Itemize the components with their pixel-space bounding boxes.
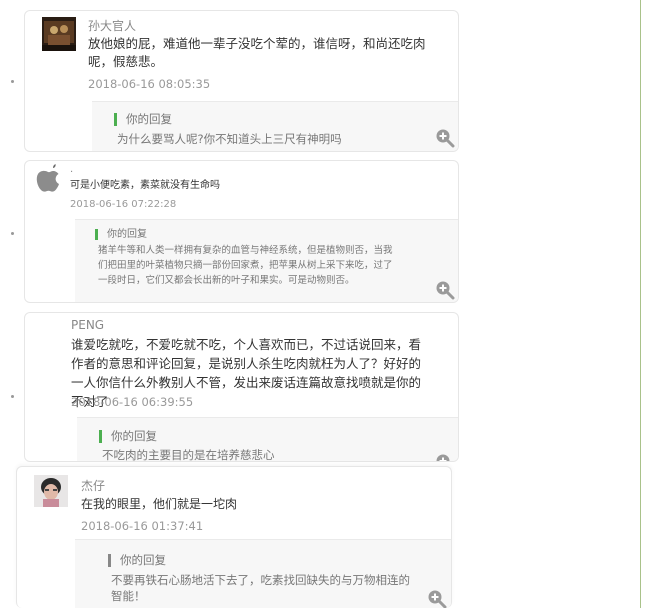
- reply-box: 你的回复 为什么要骂人呢?你不知道头上三尺有神明吗: [92, 101, 458, 151]
- avatar[interactable]: [42, 17, 76, 51]
- list-bullet: [11, 80, 14, 83]
- reply-text: 不吃肉的主要目的是在培养慈悲心: [102, 448, 275, 462]
- comment-author[interactable]: PENG: [71, 318, 104, 332]
- reply-text: 猪羊牛等和人类一样拥有复杂的血管与神经系统，但是植物则否，当我们把田里的叶菜植物…: [98, 245, 393, 286]
- list-bullet: [11, 395, 14, 398]
- comment-author[interactable]: .: [70, 164, 73, 175]
- comment-time: 2018-06-16 07:22:28: [70, 199, 177, 210]
- zoom-in-icon[interactable]: [435, 280, 455, 300]
- reply-text: 为什么要骂人呢?你不知道头上三尺有神明吗: [117, 132, 342, 146]
- comment-card: 杰仔 在我的眼里，他们就是一坨肉 2018-06-16 01:37:41 你的回…: [16, 466, 452, 608]
- reply-label: 你的回复: [114, 113, 172, 126]
- avatar[interactable]: [34, 475, 68, 507]
- zoom-in-icon[interactable]: [427, 589, 447, 608]
- list-bullet: [11, 232, 14, 235]
- reply-text: 不要再铁石心肠地活下去了，吃素找回缺失的与万物相连的智能！: [111, 573, 410, 603]
- apple-icon[interactable]: [34, 164, 62, 194]
- comment-time: 2018-06-16 01:37:41: [81, 519, 204, 533]
- comment-content: 可是小便吃素，素菜就没有生命吗: [70, 180, 220, 191]
- reply-box: 你的回复 猪羊牛等和人类一样拥有复杂的血管与神经系统，但是植物则否，当我们把田里…: [75, 219, 458, 302]
- reply-box: 你的回复 不吃肉的主要目的是在培养慈悲心: [77, 417, 458, 462]
- zoom-in-icon[interactable]: [435, 453, 455, 461]
- comment-time: 2018-06-16 08:05:35: [88, 77, 211, 91]
- comment-content: 放他娘的屁，难道他一辈子没吃个荤的，谁信呀，和尚还吃肉呢，假慈悲。: [88, 36, 426, 69]
- reply-box: 你的回复 不要再铁石心肠地活下去了，吃素找回缺失的与万物相连的智能！: [75, 539, 451, 608]
- comment-card: . 可是小便吃素，素菜就没有生命吗 2018-06-16 07:22:28 你的…: [24, 160, 459, 303]
- comment-author[interactable]: 孙大官人: [88, 17, 136, 34]
- comment-content: 在我的眼里，他们就是一坨肉: [81, 497, 238, 511]
- reply-label: 你的回复: [99, 430, 157, 443]
- comment-card: 孙大官人 放他娘的屁，难道他一辈子没吃个荤的，谁信呀，和尚还吃肉呢，假慈悲。 2…: [24, 10, 459, 152]
- reply-label: 你的回复: [108, 554, 166, 567]
- comment-card: PENG 谁爱吃就吃，不爱吃就不吃，个人喜欢而已，不过话说回来，看作者的意思和评…: [24, 312, 459, 462]
- zoom-in-icon[interactable]: [435, 128, 455, 148]
- comment-time: 2018-06-16 06:39:55: [71, 395, 194, 409]
- page-right-border: [640, 0, 641, 608]
- comment-author[interactable]: 杰仔: [81, 477, 105, 494]
- reply-label: 你的回复: [95, 229, 147, 240]
